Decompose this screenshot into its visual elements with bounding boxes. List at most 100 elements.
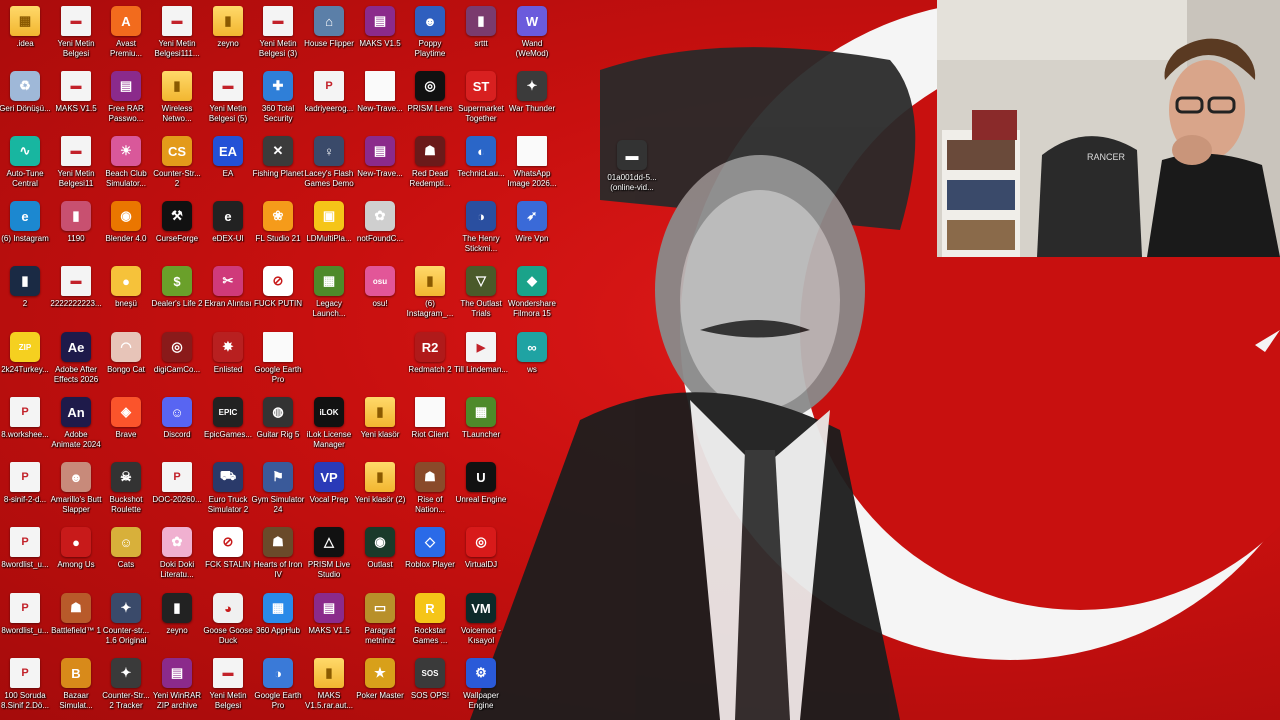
desktop-icon-prism-live-studio[interactable]: △ PRISM Live Studio [304,527,354,591]
desktop-icon-yeni-metin-belgesi111[interactable]: ▬ Yeni Metin Belgesi111... [152,6,202,70]
desktop-icon-yeni-metin-belgesi[interactable]: ▬ Yeni Metin Belgesi [203,658,253,720]
desktop-icon-ekran-al-nt-s[interactable]: ✂ Ekran Alıntısı [203,266,253,330]
desktop-icon-maks-v1-5[interactable]: ▤ MAKS V1.5 [304,593,354,657]
desktop-icon-techniclau[interactable]: ◐ TechnicLau... [456,136,506,200]
desktop-icon-fishing-planet[interactable]: ✕ Fishing Planet [253,136,303,200]
desktop-icon-2k24turkey[interactable]: ZIP 2k24Turkey... [0,332,50,396]
desktop-icon-free-rar-passwo[interactable]: ▤ Free RAR Passwo... [101,71,151,135]
desktop-icon-notfoundc[interactable]: ✿ notFoundC... [355,201,405,265]
desktop-icon-yeni-metin-belgesi-5[interactable]: ▬ Yeni Metin Belgesi (5) [203,71,253,135]
desktop-icon-yeni-klas-r[interactable]: ▮ Yeni klasör [355,397,405,461]
desktop-icon-idea[interactable]: ▦ .idea [0,6,50,70]
desktop-icon-yeni-metin-belgesi-3[interactable]: ▬ Yeni Metin Belgesi (3) [253,6,303,70]
desktop-icon-ea[interactable]: EA EA [203,136,253,200]
desktop-icon-rise-of-nation[interactable]: ☗ Rise of Nation... [405,462,455,526]
desktop-icon-01a001dd-5-online-vid[interactable]: ▬ 01a001dd-5... (online-vid... [607,140,657,204]
desktop-icon-wallpaper-engine[interactable]: ⚙ Wallpaper Engine [456,658,506,720]
desktop-icon-maks-v1-5[interactable]: ▬ MAKS V1.5 [51,71,101,135]
desktop-icon-roblox-player[interactable]: ◇ Roblox Player [405,527,455,591]
desktop-icon-6-instagram[interactable]: e (6) Instagram [0,201,50,265]
desktop-icon-new-trave[interactable]: ▤ New-Trave... [355,136,405,200]
desktop-icon-zeyno[interactable]: ▮ zeyno [203,6,253,70]
desktop-icon-wand-wemod[interactable]: W Wand (WeMod) [507,6,557,70]
desktop-icon-discord[interactable]: ☺ Discord [152,397,202,461]
desktop-icon-poker-master[interactable]: ★ Poker Master [355,658,405,720]
desktop-icon-epicgames[interactable]: EPIC EpicGames... [203,397,253,461]
desktop-icon-6-instagram[interactable]: ▮ (6) Instagram_... [405,266,455,330]
desktop-icon-the-outlast-trials[interactable]: ▽ The Outlast Trials [456,266,506,330]
desktop-icon-legacy-launch[interactable]: ▦ Legacy Launch... [304,266,354,330]
desktop-icon-yeni-klas-r-2[interactable]: ▮ Yeni klasör (2) [355,462,405,526]
desktop-icon-goose-goose-duck[interactable]: ◕ Goose Goose Duck [203,593,253,657]
desktop-icon-8wordlist-u[interactable]: P 8wordlist_u... [0,593,50,657]
desktop-icon-gym-simulator-24[interactable]: ⚑ Gym Simulator 24 [252,462,304,526]
desktop-icon-8-workshee[interactable]: P 8.workshee... [0,397,50,461]
desktop-icon-house-flipper[interactable]: ⌂ House Flipper [304,6,354,70]
desktop-icon-guitar-rig-5[interactable]: ◍ Guitar Rig 5 [253,397,303,461]
desktop-icon-vocal-prep[interactable]: VP Vocal Prep [304,462,354,526]
desktop-icon-2[interactable]: ▮ 2 [0,266,50,330]
desktop-icon-maks-v1-5[interactable]: ▤ MAKS V1.5 [355,6,405,70]
desktop-icon-battlefield-1[interactable]: ☗ Battlefield™ 1 [51,593,101,657]
desktop-icon-among-us[interactable]: ● Among Us [51,527,101,591]
desktop-icon-blender-4-0[interactable]: ◉ Blender 4.0 [101,201,151,265]
desktop-icon-counter-str-2-tracker[interactable]: ✦ Counter-Str... 2 Tracker [101,658,151,720]
desktop-icon-osu[interactable]: osu osu! [355,266,405,330]
desktop-icon-adobe-after-effects-2026[interactable]: Ae Adobe After Effects 2026 [51,332,101,396]
desktop-icon-rockstar-games[interactable]: R Rockstar Games ... [405,593,455,657]
desktop-icon-wondershare-filmora-15[interactable]: ◆ Wondershare Filmora 15 [507,266,557,330]
desktop-icon-redmatch-2[interactable]: R2 Redmatch 2 [405,332,455,396]
desktop-icon-new-trave[interactable]: New-Trave... [355,71,405,135]
desktop-icon-google-earth-pro[interactable]: Google Earth Pro [253,332,303,396]
desktop-icon-amarillo-s-butt-slapper[interactable]: ☻ Amarillo's Butt Slapper [51,462,101,526]
desktop-icon-riot-client[interactable]: Riot Client [405,397,455,461]
desktop-icon-euro-truck-simulator-2[interactable]: ⛟ Euro Truck Simulator 2 [203,462,253,526]
desktop-icon-ws[interactable]: ∞ ws [507,332,557,396]
desktop-icon-voicemod-k-sayol[interactable]: VM Voicemod - Kısayol [456,593,506,657]
desktop-icon-doc-20260[interactable]: P DOC-20260... [152,462,202,526]
desktop-icon-brave[interactable]: ◈ Brave [101,397,151,461]
desktop-icon-war-thunder[interactable]: ✦ War Thunder [507,71,557,135]
desktop-icon-cats[interactable]: ☺ Cats [101,527,151,591]
desktop-icon-yeni-winrar-zip-archive[interactable]: ▤ Yeni WinRAR ZIP archive [152,658,202,720]
desktop-icon-lacey-s-flash-games-demo[interactable]: ♀ Lacey's Flash Games Demo [304,136,354,200]
desktop-icon-counter-str-2[interactable]: CS Counter-Str... 2 [152,136,202,200]
desktop-icon-supermarket-together[interactable]: ST Supermarket Together [456,71,506,135]
desktop-icon-red-dead-redempti[interactable]: ☗ Red Dead Redempti... [405,136,455,200]
desktop-icon-adobe-animate-2024[interactable]: An Adobe Animate 2024 [51,397,101,461]
desktop-icon-poppy-playtime[interactable]: ☻ Poppy Playtime [405,6,455,70]
desktop-icon-sos-ops[interactable]: SOS SOS OPS! [405,658,455,720]
desktop-icon-counter-str-1-6-original[interactable]: ✦ Counter-str... 1.6 Original [101,593,151,657]
desktop-icon-100-soruda-8-sinif-2-d[interactable]: P 100 Soruda 8.Sinif 2.Dö... [0,658,50,720]
desktop-icon-unreal-engine[interactable]: U Unreal Engine [456,462,506,526]
desktop-icon-2222222223[interactable]: ▬ 2222222223... [50,266,102,330]
desktop-icon-paragraf-metniniz[interactable]: ▭ Paragraf metniniz [355,593,405,657]
desktop-icon-auto-tune-central[interactable]: ∿ Auto-Tune Central [0,136,50,200]
desktop-icon-the-henry-stickmi[interactable]: ◑ The Henry Stickmi... [456,201,506,265]
desktop-icon-tlauncher[interactable]: ▦ TLauncher [456,397,506,461]
desktop-icon-digicamco[interactable]: ◎ digiCamCo... [152,332,202,396]
desktop-icon-dealer-s-life-2[interactable]: $ Dealer's Life 2 [152,266,202,330]
desktop[interactable]: ▦ .idea ▬ Yeni Metin Belgesi A Avast Premiu..… [0,0,1280,720]
desktop-icon-1190[interactable]: ▮ 1190 [51,201,101,265]
desktop-icon-fl-studio-21[interactable]: ❀ FL Studio 21 [253,201,303,265]
desktop-icon-bne[interactable]: ● bneşü [101,266,151,330]
desktop-icon-wireless-netwo[interactable]: ▮ Wireless Netwo... [152,71,202,135]
desktop-icon-8wordlist-u[interactable]: P 8wordlist_u... [0,527,50,591]
desktop-icon-doki-doki-literatu[interactable]: ✿ Doki Doki Literatu... [152,527,202,591]
desktop-icon-outlast[interactable]: ◉ Outlast [355,527,405,591]
desktop-icon-kadriyeerog[interactable]: Pkadriyeerog... [304,71,354,135]
desktop-icon-zeyno[interactable]: ▮ zeyno [152,593,202,657]
desktop-icon-beach-club-simulator[interactable]: ☀ Beach Club Simulator... [101,136,151,200]
desktop-icon-edex-ui[interactable]: e eDEX-UI [203,201,253,265]
desktop-icon-hearts-of-iron-iv[interactable]: ☗ Hearts of Iron IV [253,527,303,591]
desktop-icon-wire-vpn[interactable]: ➶ Wire Vpn [507,201,557,265]
desktop-icon-ldmultipla[interactable]: ▣ LDMultiPla... [304,201,354,265]
desktop-icon-srttt[interactable]: ▮ srttt [456,6,506,70]
desktop-icon-google-earth-pro[interactable]: ◑ Google Earth Pro [253,658,303,720]
desktop-icon-360-apphub[interactable]: ▦ 360 AppHub [253,593,303,657]
desktop-icon-bazaar-simulat[interactable]: B Bazaar Simulat... [51,658,101,720]
desktop-icon-whatsapp-image-2026[interactable]: WhatsApp Image 2026... [507,136,557,200]
desktop-icon-bongo-cat[interactable]: ◠ Bongo Cat [101,332,151,396]
desktop-icon-maks-v1-5-rar-aut[interactable]: ▮ MAKS V1.5.rar.aut... [304,658,354,720]
